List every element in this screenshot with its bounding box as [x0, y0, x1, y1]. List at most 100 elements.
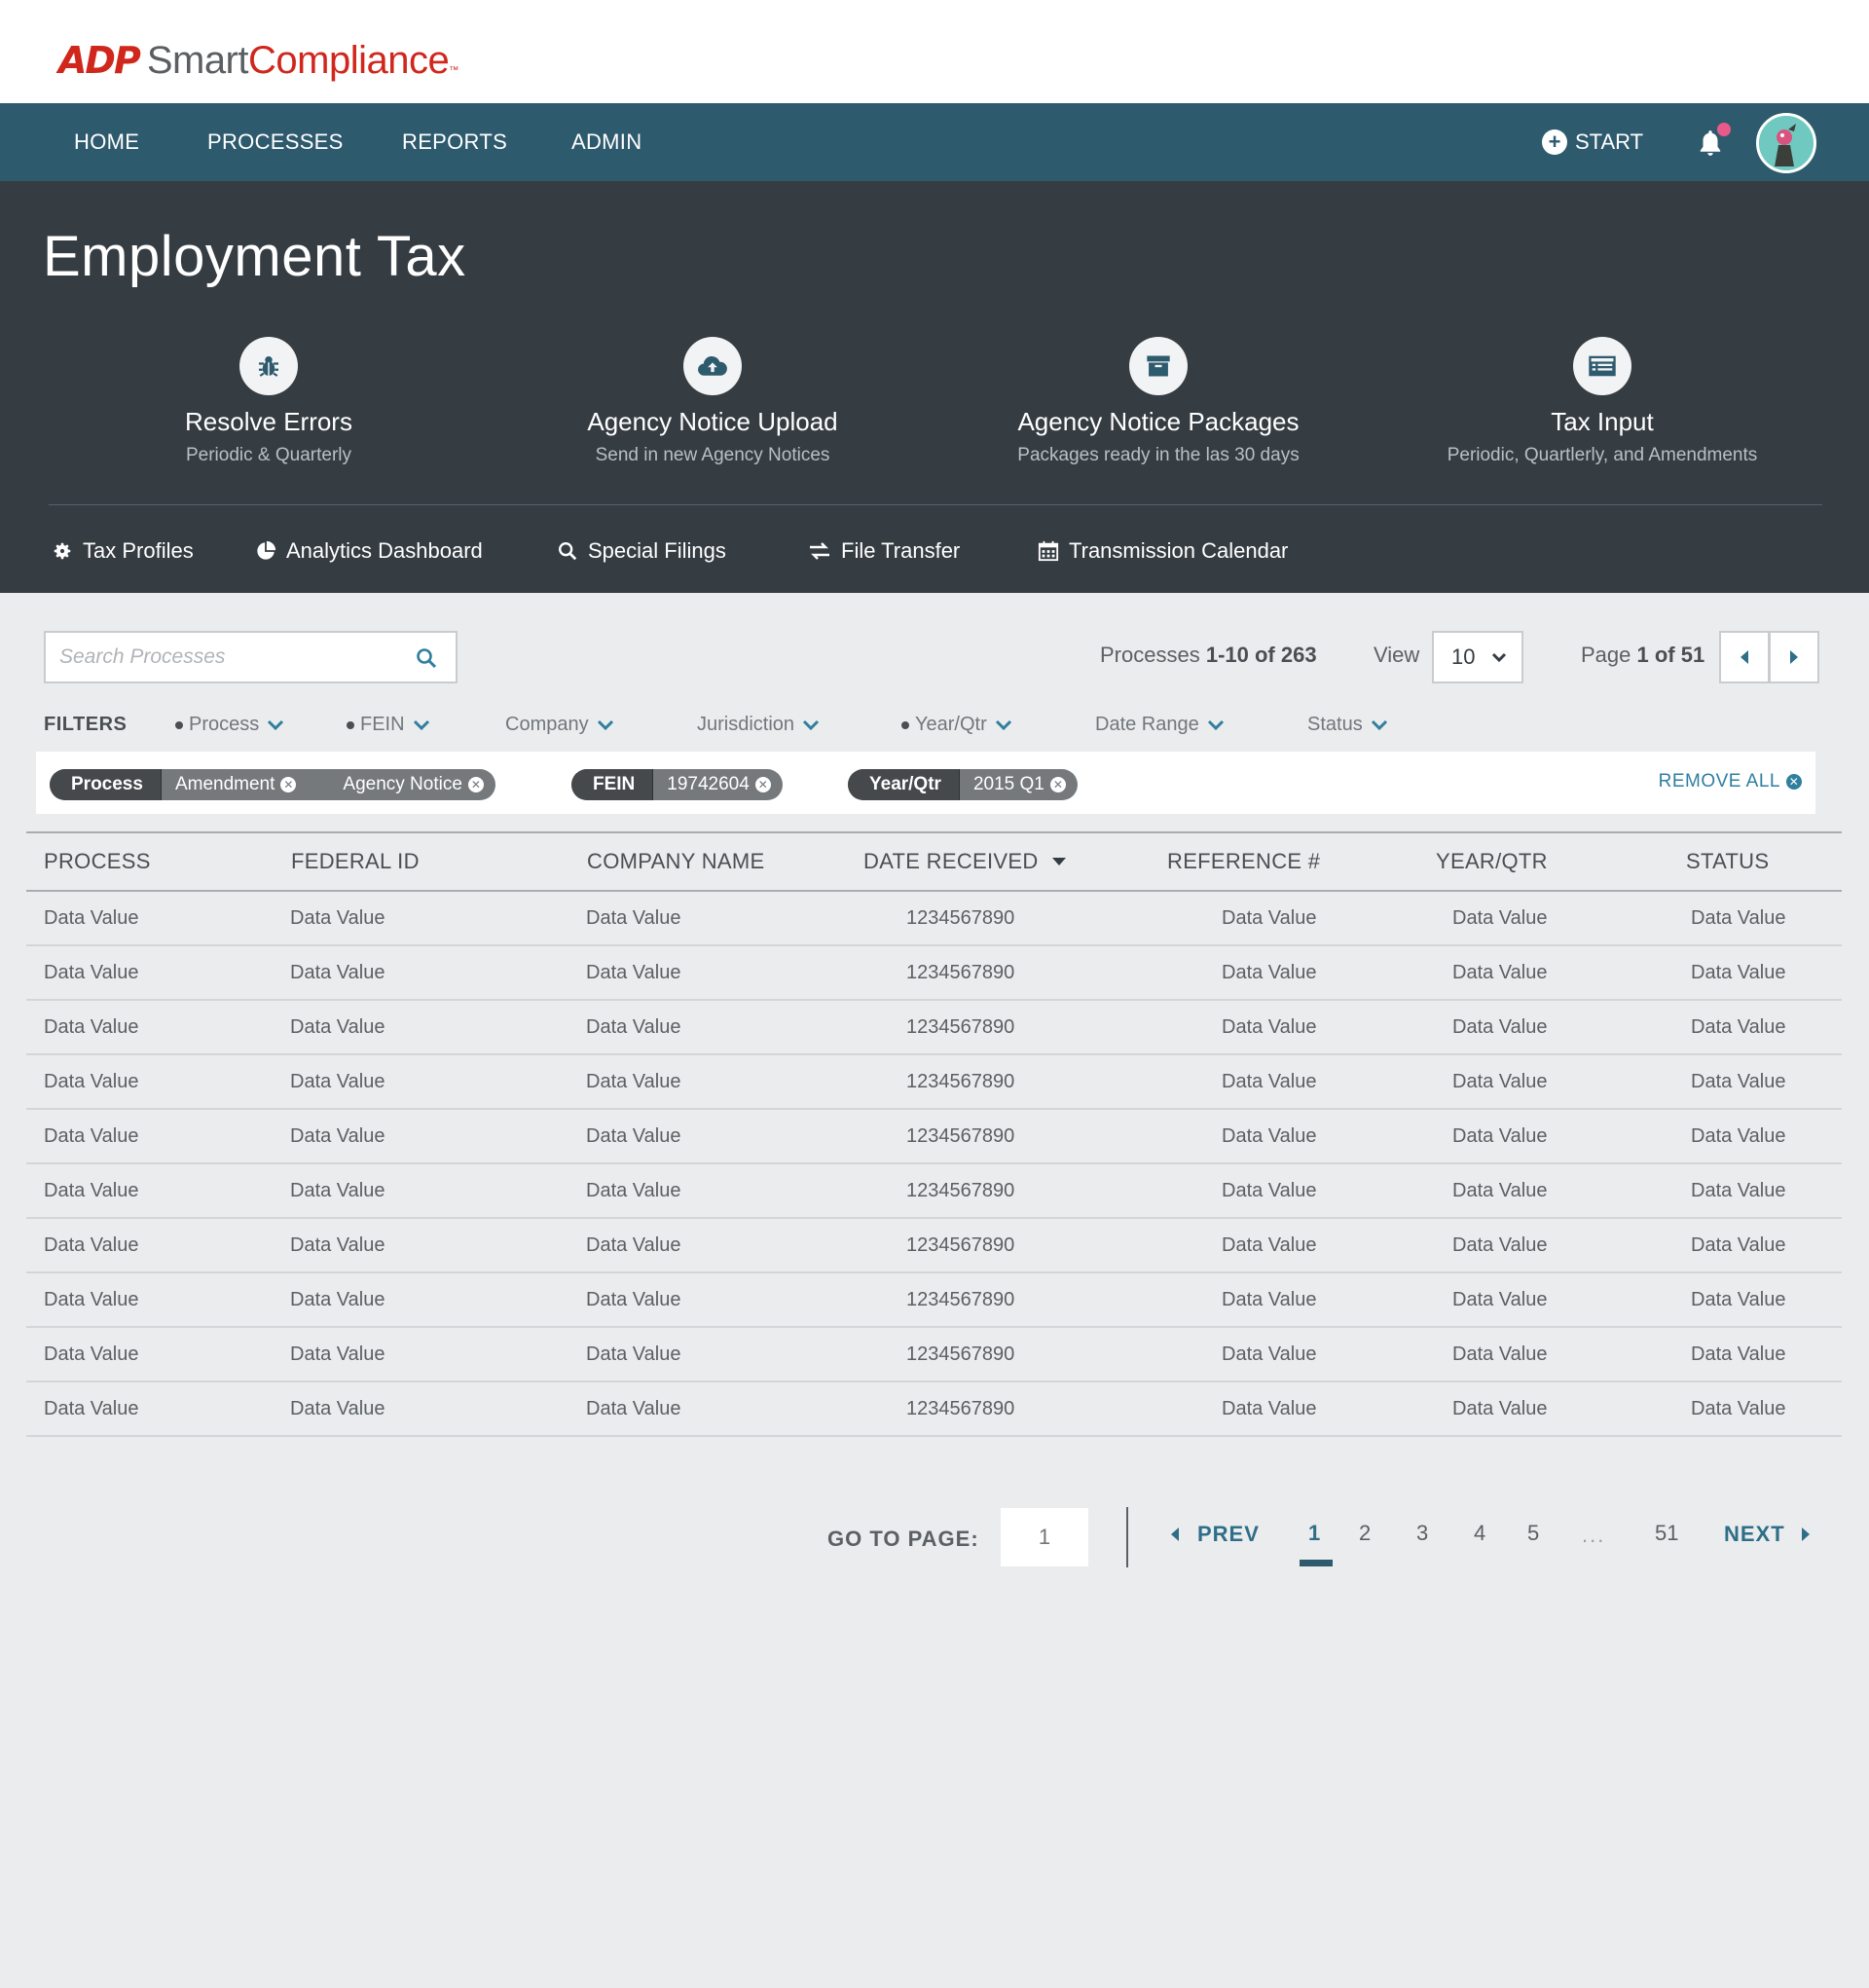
quick-link-tax-profiles[interactable]: Tax Profiles — [52, 532, 194, 571]
filter-label: FEIN — [360, 714, 405, 735]
chip-value-year-qtr[interactable]: 2015 Q1 ✕ — [960, 769, 1078, 800]
cell-status: Data Value — [1691, 1180, 1786, 1201]
column-header-date-received[interactable]: DATE RECEIVED — [863, 833, 1068, 890]
quick-link-special-filings[interactable]: Special Filings — [557, 532, 726, 571]
page-number-3[interactable]: 3 — [1416, 1521, 1428, 1546]
cell-reference: Data Value — [1222, 1234, 1317, 1256]
pagination-prev-button[interactable]: PREV — [1168, 1522, 1260, 1547]
tile-subtitle: Send in new Agency Notices — [595, 445, 830, 465]
table-row[interactable]: Data Value Data Value Data Value 1234567890… — [26, 1382, 1842, 1437]
search-input[interactable] — [59, 643, 390, 672]
remove-all-label: REMOVE ALL — [1658, 771, 1780, 792]
chip-value-amendment[interactable]: Amendment ✕ — [162, 769, 308, 800]
user-avatar[interactable] — [1756, 113, 1816, 173]
quick-link-label: Special Filings — [588, 538, 726, 563]
tile-subtitle: Periodic, Quartlerly, and Amendments — [1447, 445, 1758, 465]
top-navigation: HOME PROCESSES REPORTS ADMIN + START — [0, 103, 1869, 181]
logo-text-smart: Smart — [146, 39, 249, 82]
page-size-select[interactable]: 10 — [1432, 631, 1523, 683]
tile-tax-input[interactable]: Tax Input Periodic, Quartlerly, and Amen… — [1388, 337, 1816, 466]
cell-year-qtr: Data Value — [1452, 962, 1548, 983]
column-header-process[interactable]: PROCESS — [44, 833, 151, 890]
cell-reference: Data Value — [1222, 907, 1317, 929]
column-header-status[interactable]: STATUS — [1686, 833, 1769, 890]
nav-reports[interactable]: REPORTS — [402, 103, 507, 181]
next-page-button[interactable] — [1769, 631, 1819, 683]
tile-subtitle: Packages ready in the las 30 days — [1017, 445, 1300, 465]
cell-company-name: Data Value — [586, 1344, 681, 1365]
column-header-company-name[interactable]: COMPANY NAME — [587, 833, 764, 890]
cell-date-received: 1234567890 — [906, 962, 1015, 983]
quick-link-label: Transmission Calendar — [1069, 538, 1289, 563]
column-header-reference[interactable]: REFERENCE # — [1167, 833, 1320, 890]
table-row[interactable]: Data Value Data Value Data Value 1234567890… — [26, 1219, 1842, 1273]
cell-federal-id: Data Value — [290, 1344, 385, 1365]
table-row[interactable]: Data Value Data Value Data Value 1234567890… — [26, 1273, 1842, 1328]
close-circle-icon[interactable]: ✕ — [1049, 777, 1066, 792]
page-number-4[interactable]: 4 — [1474, 1521, 1485, 1546]
nav-admin[interactable]: ADMIN — [571, 103, 641, 181]
chip-value-fein[interactable]: 19742604 ✕ — [653, 769, 783, 800]
page-number-2[interactable]: 2 — [1359, 1521, 1371, 1546]
nav-processes[interactable]: PROCESSES — [207, 103, 344, 181]
pagination-next-button[interactable]: NEXT — [1724, 1522, 1813, 1547]
column-header-year-qtr[interactable]: YEAR/QTR — [1436, 833, 1548, 890]
filter-fein[interactable]: FEIN — [347, 714, 430, 736]
filter-company[interactable]: Company — [505, 714, 614, 736]
nav-home[interactable]: HOME — [74, 103, 139, 181]
close-circle-icon[interactable]: ✕ — [280, 777, 297, 792]
quick-link-label: Tax Profiles — [83, 538, 194, 563]
page-number-5[interactable]: 5 — [1527, 1521, 1539, 1546]
cell-reference: Data Value — [1222, 1180, 1317, 1201]
filter-status[interactable]: Status — [1307, 714, 1388, 736]
gear-icon — [54, 542, 71, 560]
cell-status: Data Value — [1691, 907, 1786, 929]
cell-process: Data Value — [44, 1289, 139, 1310]
go-to-page-input[interactable] — [1001, 1508, 1088, 1566]
filter-date-range[interactable]: Date Range — [1095, 714, 1225, 736]
table-body: Data Value Data Value Data Value 1234567890… — [26, 892, 1842, 1437]
app-logo[interactable]: ADP Smart Compliance ™ — [58, 39, 458, 83]
filter-label: Status — [1307, 714, 1363, 735]
pie-chart-icon — [257, 540, 276, 560]
cell-federal-id: Data Value — [290, 1180, 385, 1201]
prev-label: PREV — [1197, 1522, 1260, 1546]
remove-all-button[interactable]: REMOVE ALL ✕ — [1659, 771, 1802, 792]
count-prefix: Processes — [1100, 643, 1206, 667]
table-row[interactable]: Data Value Data Value Data Value 1234567890… — [26, 892, 1842, 946]
table-row[interactable]: Data Value Data Value Data Value 1234567890… — [26, 1055, 1842, 1110]
chip-value-agency-notice[interactable]: Agency Notice ✕ — [308, 769, 495, 800]
page-number-1[interactable]: 1 — [1308, 1521, 1320, 1546]
start-button[interactable]: + START — [1542, 103, 1643, 181]
column-header-federal-id[interactable]: FEDERAL ID — [291, 833, 420, 890]
quick-link-analytics-dashboard[interactable]: Analytics Dashboard — [255, 532, 483, 571]
chevron-down-icon — [995, 719, 1011, 730]
search-icon[interactable] — [415, 646, 438, 670]
cell-status: Data Value — [1691, 1398, 1786, 1419]
table-row[interactable]: Data Value Data Value Data Value 1234567890… — [26, 946, 1842, 1001]
cell-year-qtr: Data Value — [1452, 1180, 1548, 1201]
quick-link-transmission-calendar[interactable]: Transmission Calendar — [1038, 532, 1288, 571]
filter-jurisdiction[interactable]: Jurisdiction — [697, 714, 820, 736]
tile-agency-notice-packages[interactable]: Agency Notice Packages Packages ready in… — [944, 337, 1373, 466]
filter-process[interactable]: Process — [175, 714, 284, 736]
table-row[interactable]: Data Value Data Value Data Value 1234567890… — [26, 1110, 1842, 1164]
active-filter-dot — [175, 720, 183, 729]
table-row[interactable]: Data Value Data Value Data Value 1234567890… — [26, 1328, 1842, 1382]
logo-text-compliance: Compliance — [248, 39, 450, 82]
bug-icon — [239, 337, 298, 395]
table-row[interactable]: Data Value Data Value Data Value 1234567890… — [26, 1164, 1842, 1219]
page-number-last[interactable]: 51 — [1655, 1521, 1678, 1546]
prev-page-button[interactable] — [1719, 631, 1770, 683]
tile-agency-notice-upload[interactable]: Agency Notice Upload Send in new Agency … — [498, 337, 927, 466]
table-row[interactable]: Data Value Data Value Data Value 1234567890… — [26, 1001, 1842, 1055]
go-to-page-label: GO TO PAGE: — [827, 1527, 979, 1551]
close-circle-icon[interactable]: ✕ — [467, 777, 484, 792]
filter-year-qtr[interactable]: Year/Qtr — [901, 714, 1012, 736]
cell-process: Data Value — [44, 907, 139, 929]
tile-resolve-errors[interactable]: Resolve Errors Periodic & Quarterly — [55, 337, 483, 466]
cell-process: Data Value — [44, 1344, 139, 1365]
chip-value-label: Amendment — [174, 774, 275, 794]
close-circle-icon[interactable]: ✕ — [754, 777, 771, 792]
quick-link-file-transfer[interactable]: File Transfer — [808, 532, 960, 571]
